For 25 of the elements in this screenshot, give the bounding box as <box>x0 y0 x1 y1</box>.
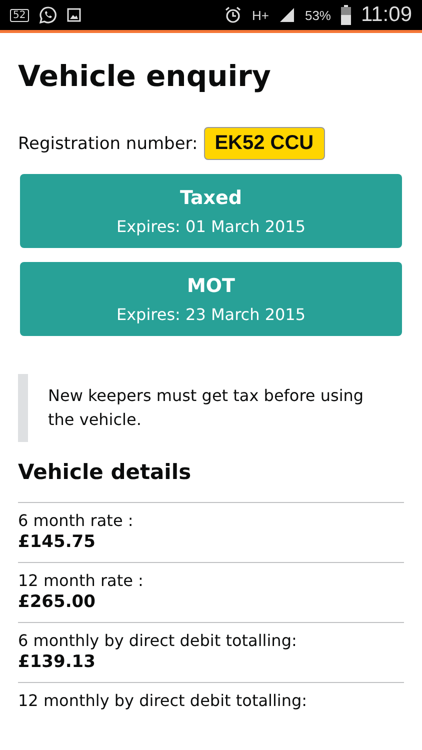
notice-text: New keepers must get tax before using the vehicle. <box>18 374 404 442</box>
status-title: MOT <box>186 274 236 296</box>
battery-icon <box>341 5 351 25</box>
status-title: Taxed <box>180 186 242 208</box>
detail-label: 12 monthly by direct debit totalling: <box>18 691 308 710</box>
detail-value: £145.75 <box>18 532 96 552</box>
chat-icon <box>38 6 57 24</box>
image-icon <box>66 8 81 22</box>
section-heading: Vehicle details <box>18 460 192 484</box>
detail-value: £139.13 <box>18 652 96 672</box>
expiry-date: Expires: 23 March 2015 <box>116 304 306 324</box>
clock: 11:09 <box>361 3 412 27</box>
detail-label: 12 month rate : <box>18 571 144 590</box>
battery-percent: 53% <box>304 8 331 22</box>
network-type: H+ <box>252 8 269 22</box>
page-title: Vehicle enquiry <box>18 59 272 93</box>
signal-icon <box>278 7 295 23</box>
registration-label: Registration number: <box>18 134 198 154</box>
number-plate: EK52 CCU <box>204 127 325 160</box>
expiry-date: Expires: 01 March 2015 <box>116 216 306 236</box>
detail-label: 6 monthly by direct debit totalling: <box>18 631 298 650</box>
detail-label: 6 month rate : <box>18 511 134 530</box>
detail-value: £265.00 <box>18 592 96 612</box>
alarm-icon <box>224 6 242 24</box>
notification-count: 52 <box>10 8 29 22</box>
